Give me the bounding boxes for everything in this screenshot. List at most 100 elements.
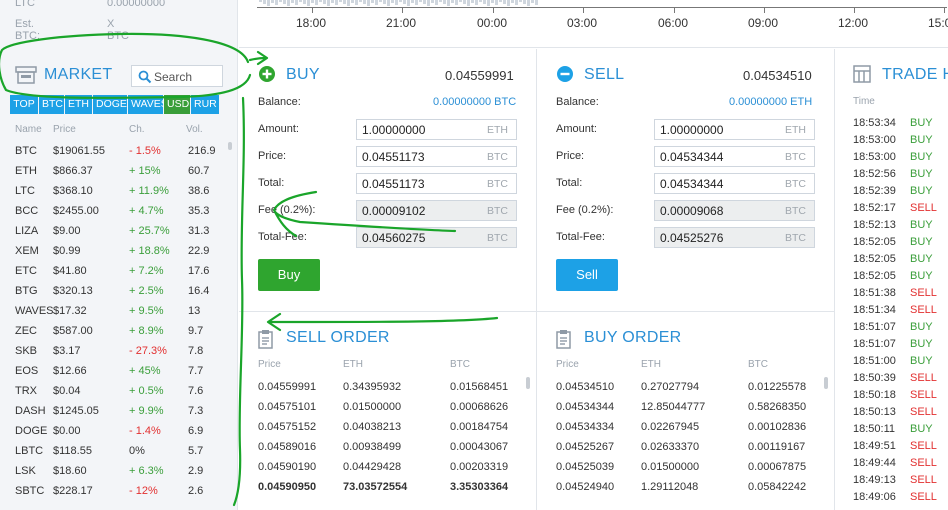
order-price[interactable]: 0.04575152 xyxy=(258,421,316,433)
market-row-dash[interactable]: DASH $1245.05 + 9.9% 7.3 xyxy=(0,405,237,425)
tab-eth[interactable]: ETH xyxy=(65,95,92,114)
buy-total-fee-label: Total-Fee: xyxy=(258,231,307,243)
trade-type: BUY xyxy=(910,236,933,248)
order-btc-amount: 0.00102836 xyxy=(748,421,807,433)
time-axis-tick xyxy=(854,8,855,13)
order-price[interactable]: 0.04559991 xyxy=(258,381,316,393)
input-unit: BTC xyxy=(785,232,806,244)
tab-top[interactable]: TOP xyxy=(10,95,38,114)
coin-price: $866.37 xyxy=(53,165,93,177)
buy-total-fee-input: 0.04560275 BTC xyxy=(356,227,517,248)
order-btc-amount: 0.00067875 xyxy=(748,461,807,473)
sell-button[interactable]: Sell xyxy=(556,259,618,291)
market-row-eth[interactable]: ETH $866.37 + 15% 60.7 xyxy=(0,165,237,185)
trade-type: BUY xyxy=(910,151,933,163)
order-price[interactable]: 0.04534510 xyxy=(556,381,614,393)
order-price[interactable]: 0.04534344 xyxy=(556,401,614,413)
trade-time: 18:50:18 xyxy=(853,389,896,401)
order-price[interactable]: 0.04534334 xyxy=(556,421,614,433)
column-header-eth: ETH xyxy=(641,359,661,370)
time-axis-line xyxy=(257,7,947,8)
market-row-liza[interactable]: LIZA $9.00 + 25.7% 31.3 xyxy=(0,225,237,245)
order-price[interactable]: 0.04524940 xyxy=(556,481,614,493)
volume-bar xyxy=(287,0,290,6)
buy-button[interactable]: Buy xyxy=(258,259,320,291)
coin-change: + 18.8% xyxy=(129,245,170,257)
buy-price-input[interactable]: 0.04551173 BTC xyxy=(356,146,517,167)
coin-name: BCC xyxy=(15,205,39,217)
market-row-trx[interactable]: TRX $0.04 + 0.5% 7.6 xyxy=(0,385,237,405)
volume-bar xyxy=(259,0,262,2)
order-price[interactable]: 0.04589016 xyxy=(258,441,316,453)
trade-type: SELL xyxy=(910,440,937,452)
trade-type: SELL xyxy=(910,372,937,384)
tab-btc[interactable]: BTC xyxy=(39,95,64,114)
buy-panel: BUY 0.04559991 Balance: 0.00000000 BTC A… xyxy=(239,49,536,311)
market-row-ltc[interactable]: LTC $368.10 + 11.9% 38.6 xyxy=(0,185,237,205)
trade-time: 18:50:13 xyxy=(853,406,896,418)
volume-bar xyxy=(535,0,538,5)
market-row-btg[interactable]: BTG $320.13 + 2.5% 16.4 xyxy=(0,285,237,305)
coin-change: + 2.5% xyxy=(129,285,164,297)
tab-rur[interactable]: RUR xyxy=(191,95,219,114)
column-header-eth: ETH xyxy=(343,359,363,370)
sell-price-input[interactable]: 0.04534344 BTC xyxy=(654,146,815,167)
order-price[interactable]: 0.04590190 xyxy=(258,461,316,473)
buy-fee-input: 0.00009102 BTC xyxy=(356,200,517,221)
coin-change: 0% xyxy=(129,445,145,457)
coin-price: $17.32 xyxy=(53,305,87,317)
volume-bar xyxy=(387,0,390,6)
coin-name: ETH xyxy=(15,165,37,177)
market-row-lbtc[interactable]: LBTC $118.55 0% 5.7 xyxy=(0,445,237,465)
market-row-bcc[interactable]: BCC $2455.00 + 4.7% 35.3 xyxy=(0,205,237,225)
market-row-btc[interactable]: BTC $19061.55 - 1.5% 216.9 xyxy=(0,145,237,165)
trade-time: 18:53:00 xyxy=(853,151,896,163)
buy-total-input[interactable]: 0.04551173 BTC xyxy=(356,173,517,194)
coin-volume: 9.7 xyxy=(188,325,204,337)
market-row-doge[interactable]: DOGE $0.00 - 1.4% 6.9 xyxy=(0,425,237,445)
market-row-sbtc[interactable]: SBTC $228.17 - 12% 2.6 xyxy=(0,485,237,505)
coin-volume: 35.3 xyxy=(188,205,210,217)
tab-waves[interactable]: WAVES xyxy=(128,95,168,114)
order-price[interactable]: 0.04575101 xyxy=(258,401,316,413)
buy-order-scrollbar[interactable] xyxy=(824,377,828,389)
market-row-skb[interactable]: SKB $3.17 - 27.3% 7.8 xyxy=(0,345,237,365)
volume-bar xyxy=(339,0,342,2)
order-btc-amount: 0.00184754 xyxy=(450,421,509,433)
table-icon xyxy=(853,65,871,83)
trade-type: BUY xyxy=(910,270,933,282)
coin-volume: 13 xyxy=(188,305,201,317)
tab-usd[interactable]: USD xyxy=(164,95,190,114)
market-row-xem[interactable]: XEM $0.99 + 18.8% 22.9 xyxy=(0,245,237,265)
input-value: 0.04551173 xyxy=(362,150,425,164)
volume-bar xyxy=(399,0,402,2)
market-row-waves[interactable]: WAVES $17.32 + 9.5% 13 xyxy=(0,305,237,325)
market-row-etc[interactable]: ETC $41.80 + 7.2% 17.6 xyxy=(0,265,237,285)
trade-history-panel: TRADE H Time 18:53:34 BUY 18:53:00 BUY 18:53… xyxy=(835,49,948,510)
trade-history-title: TRADE H xyxy=(882,66,948,83)
buy-balance-value[interactable]: 0.00000000 BTC xyxy=(433,96,516,108)
sell-total-input[interactable]: 0.04534344 BTC xyxy=(654,173,815,194)
trade-type: BUY xyxy=(910,321,933,333)
coin-name: BTC xyxy=(15,145,37,157)
coin-price: $12.66 xyxy=(53,365,87,377)
tab-doge[interactable]: DOGE xyxy=(93,95,127,114)
buy-amount-input[interactable]: 1.00000000 ETH xyxy=(356,119,517,140)
search-input[interactable]: Search xyxy=(131,65,223,87)
sell-balance-value[interactable]: 0.00000000 ETH xyxy=(729,96,812,108)
order-price[interactable]: 0.04590950 xyxy=(258,481,316,493)
balance-value: X BTC xyxy=(107,18,129,42)
buy-best-price: 0.04559991 xyxy=(445,68,514,83)
coin-name: SKB xyxy=(15,345,38,357)
balance-value: 0.00000000 xyxy=(107,0,166,9)
volume-bar xyxy=(499,0,502,2)
market-row-eos[interactable]: EOS $12.66 + 45% 7.7 xyxy=(0,365,237,385)
sell-amount-input[interactable]: 1.00000000 ETH xyxy=(654,119,815,140)
order-price[interactable]: 0.04525267 xyxy=(556,441,614,453)
coin-name: TRX xyxy=(15,385,37,397)
market-row-zec[interactable]: ZEC $587.00 + 8.9% 9.7 xyxy=(0,325,237,345)
order-price[interactable]: 0.04525039 xyxy=(556,461,614,473)
market-row-lsk[interactable]: LSK $18.60 + 6.3% 2.9 xyxy=(0,465,237,485)
sell-order-scrollbar[interactable] xyxy=(526,377,530,389)
time-axis-label: 21:00 xyxy=(386,16,417,30)
